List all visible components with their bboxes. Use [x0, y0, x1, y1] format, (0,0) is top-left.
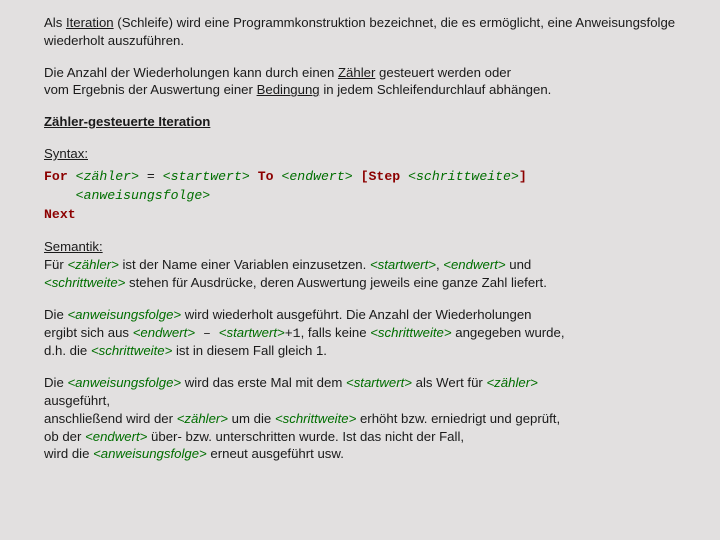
text: [400, 169, 408, 184]
ph-zaehler: <zähler>: [486, 375, 537, 390]
semantik-block-1: Semantik: Für <zähler> ist der Name eine…: [44, 238, 676, 291]
text: in jedem Schleifendurchlauf abhängen.: [320, 82, 552, 97]
text: gesteuert werden oder: [375, 65, 511, 80]
document-page: Als Iteration (Schleife) wird eine Progr…: [0, 0, 720, 487]
ph-schrittweite: <schrittweite>: [408, 169, 519, 184]
text: angegeben wurde,: [452, 325, 565, 340]
text: erhöht bzw. erniedrigt und geprüft,: [356, 411, 560, 426]
ph-anweisungsfolge: <anweisungsfolge>: [76, 188, 211, 203]
text: stehen für Ausdrücke, deren Auswertung j…: [125, 275, 547, 290]
text: +1: [285, 326, 301, 341]
syntax-label: Syntax:: [44, 145, 676, 163]
text: als Wert für: [412, 375, 487, 390]
text: ist der Name einer Variablen einzusetzen…: [119, 257, 370, 272]
ph-zaehler: <zähler>: [67, 257, 118, 272]
text: Die Anzahl der Wiederholungen kann durch…: [44, 65, 338, 80]
text: wird die: [44, 446, 93, 461]
ph-endwert: <endwert>: [85, 429, 147, 444]
term-bedingung: Bedingung: [257, 82, 320, 97]
text: –: [195, 326, 219, 341]
text: , falls keine: [301, 325, 371, 340]
text: d.h. die: [44, 343, 91, 358]
text: ob der: [44, 429, 85, 444]
ph-startwert: <startwert>: [370, 257, 436, 272]
kw-for: For: [44, 169, 68, 184]
ph-zaehler: <zähler>: [76, 169, 139, 184]
kw-next: Next: [44, 207, 76, 222]
ph-startwert: <startwert>: [163, 169, 250, 184]
text: wird wiederholt ausgeführt. Die Anzahl d…: [181, 307, 531, 322]
semantik-block-3: Die <anweisungsfolge> wird das erste Mal…: [44, 374, 676, 463]
ph-schrittweite: <schrittweite>: [370, 325, 451, 340]
kw-step: Step: [369, 169, 401, 184]
syntax-code: For <zähler> = <startwert> To <endwert> …: [44, 167, 676, 224]
ph-schrittweite: <schrittweite>: [275, 411, 356, 426]
semantik-block-2: Die <anweisungsfolge> wird wiederholt au…: [44, 306, 676, 360]
text: erneut ausgeführt usw.: [207, 446, 344, 461]
intro-paragraph: Als Iteration (Schleife) wird eine Progr…: [44, 14, 676, 50]
ph-endwert: <endwert>: [133, 325, 195, 340]
ph-anweisungsfolge: <anweisungsfolge>: [67, 375, 181, 390]
ph-endwert: <endwert>: [443, 257, 505, 272]
term-zaehler: Zähler: [338, 65, 375, 80]
ph-anweisungsfolge: <anweisungsfolge>: [67, 307, 181, 322]
text: =: [139, 169, 163, 184]
text: anschließend wird der: [44, 411, 177, 426]
kw-to: To: [250, 169, 282, 184]
ph-startwert: <startwert>: [346, 375, 412, 390]
text: Die: [44, 375, 67, 390]
ph-startwert: <startwert>: [219, 325, 285, 340]
bracket-open: [: [353, 169, 369, 184]
term-iteration: Iteration: [66, 15, 114, 30]
semantik-label: Semantik:: [44, 239, 103, 254]
ph-endwert: <endwert>: [281, 169, 352, 184]
ph-anweisungsfolge: <anweisungsfolge>: [93, 446, 207, 461]
text: Die: [44, 307, 67, 322]
text: (Schleife) wird eine Programmkonstruktio…: [44, 15, 675, 48]
ph-zaehler: <zähler>: [177, 411, 228, 426]
text: und: [506, 257, 532, 272]
text: um die: [228, 411, 275, 426]
ph-schrittweite: <schrittweite>: [44, 275, 125, 290]
text: über- bzw. unterschritten wurde. Ist das…: [147, 429, 464, 444]
text: Syntax:: [44, 146, 88, 161]
text: Für: [44, 257, 67, 272]
text: vom Ergebnis der Auswertung einer: [44, 82, 257, 97]
section-heading: Zähler-gesteuerte Iteration: [44, 113, 676, 131]
text: ausgeführt,: [44, 393, 110, 408]
paragraph-2: Die Anzahl der Wiederholungen kann durch…: [44, 64, 676, 100]
text: Als: [44, 15, 66, 30]
text: wird das erste Mal mit dem: [181, 375, 346, 390]
text: ergibt sich aus: [44, 325, 133, 340]
ph-schrittweite: <schrittweite>: [91, 343, 172, 358]
text: ist in diesem Fall gleich 1.: [172, 343, 327, 358]
bracket-close: ]: [519, 169, 527, 184]
